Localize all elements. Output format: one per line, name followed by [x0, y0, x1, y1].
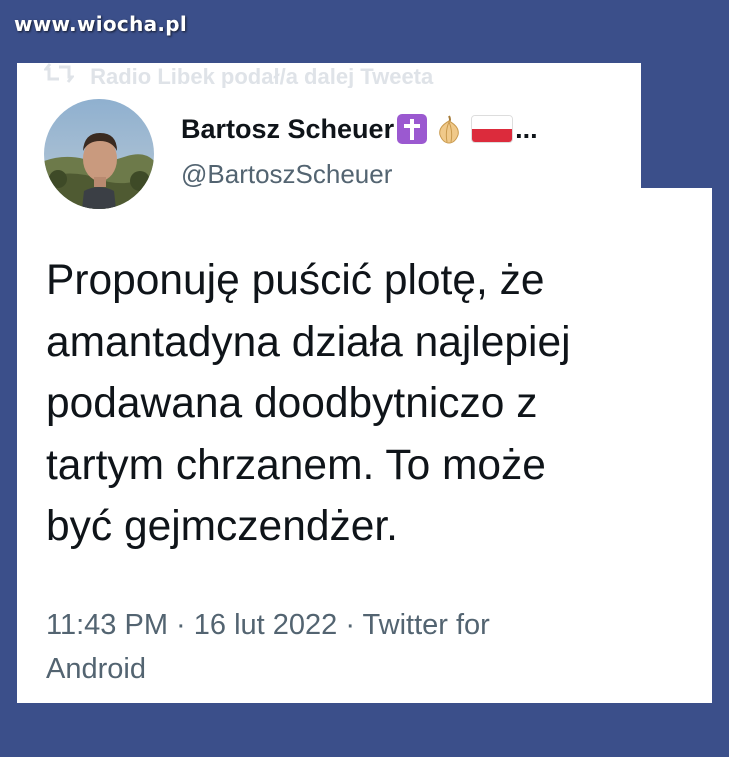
site-watermark: www.wiocha.pl [14, 12, 188, 36]
tweet-text-line: być gejmczendżer. [46, 503, 398, 550]
tweet-text: Proponuję puścić plotę, że amantadyna dz… [46, 250, 706, 558]
author-handle[interactable]: @BartoszScheuer [181, 159, 392, 190]
retweet-icon [44, 62, 84, 88]
avatar[interactable] [44, 99, 154, 209]
tweet-text-line: tartym chrzanem. To może [46, 441, 546, 489]
name-truncation: ... [515, 113, 538, 144]
author-display-name[interactable]: Bartosz Scheuer [181, 114, 394, 145]
tweet-time[interactable]: 11:43 PM [46, 609, 168, 641]
onion-emoji-icon [433, 113, 465, 145]
tweet-text-line: Proponuję puścić plotę, że [46, 257, 545, 304]
cross-emoji-icon [397, 114, 428, 144]
tweet-text-line: amantadyna działa najlepiej [46, 318, 571, 366]
author-display-name-row[interactable]: Bartosz Scheuer ... [181, 113, 538, 145]
retweet-context-text: Radio Libek podał/a dalej Tweeta [90, 64, 434, 88]
poland-flag-emoji-icon [471, 115, 514, 143]
tweet-date[interactable]: 16 lut 2022 [194, 609, 338, 641]
retweet-context[interactable]: Radio Libek podał/a dalej Tweeta [44, 62, 604, 88]
tweet-text-line: podawana doodbytniczo z [46, 380, 538, 427]
meta-separator: · [167, 609, 194, 641]
tweet-source[interactable]: Twitter for [363, 609, 490, 641]
meta-separator: · [337, 609, 363, 641]
tweet-source-cont[interactable]: Android [46, 653, 146, 685]
tweet-metadata: 11:43 PM · 16 lut 2022 · Twitter for And… [46, 603, 646, 691]
